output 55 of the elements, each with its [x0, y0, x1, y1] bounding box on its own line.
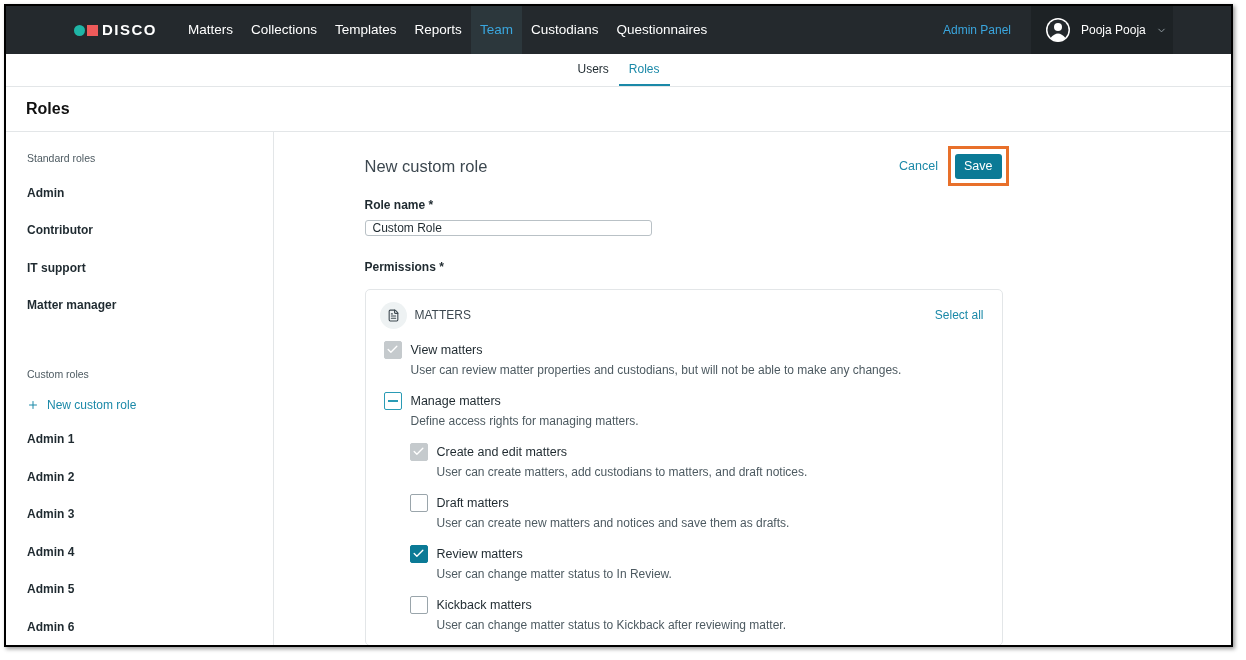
- logo-square-icon: [87, 24, 98, 36]
- nav-link[interactable]: Collections: [242, 6, 327, 54]
- sidebar-role-item[interactable]: Admin: [27, 173, 252, 212]
- sub-tab[interactable]: Users: [567, 54, 619, 86]
- permission-description: User can review matter properties and custodians, but will not be able to make any changes.: [410, 361, 902, 378]
- sidebar-role-item[interactable]: Admin 3: [27, 495, 252, 533]
- form-title: New custom role: [364, 156, 488, 177]
- sidebar-role-item[interactable]: Contributor: [27, 211, 252, 249]
- permission-description: User can change matter status to In Review.: [436, 565, 672, 582]
- nav-link[interactable]: Reports: [405, 6, 471, 54]
- checkbox[interactable]: [409, 595, 428, 614]
- nav-link[interactable]: Questionnaires: [607, 6, 717, 54]
- nav-link[interactable]: Matters: [179, 6, 243, 54]
- checkbox[interactable]: [383, 391, 402, 410]
- new-custom-role-link[interactable]: New custom role: [27, 389, 252, 421]
- sidebar-role-item[interactable]: Admin 2: [27, 458, 252, 496]
- user-avatar-icon: [1045, 17, 1071, 43]
- admin-panel-link[interactable]: Admin Panel: [942, 21, 1011, 39]
- permission-label: Create and edit matters: [436, 443, 569, 461]
- permission-label: Draft matters: [436, 494, 510, 512]
- sidebar-role-item[interactable]: Admin 4: [27, 533, 252, 571]
- nav-link[interactable]: Templates: [326, 6, 406, 54]
- nav-link[interactable]: Team: [470, 6, 522, 54]
- sidebar-role-item[interactable]: Admin 5: [27, 570, 252, 608]
- select-all-link[interactable]: Select all: [934, 306, 984, 325]
- save-button[interactable]: Save: [955, 154, 1002, 180]
- permission-description: User can create new matters and notices and save them as drafts.: [436, 514, 790, 531]
- nav-link[interactable]: Custodians: [521, 6, 608, 54]
- cancel-link[interactable]: Cancel: [899, 157, 938, 176]
- sidebar-role-item[interactable]: IT support: [27, 248, 252, 287]
- permission-description: Define access rights for managing matters.: [410, 412, 639, 429]
- logo[interactable]: DISCO: [74, 18, 157, 42]
- sidebar-role-item[interactable]: Admin 1: [27, 420, 252, 458]
- sidebar-role-item[interactable]: Matter manager: [27, 286, 252, 324]
- permission-label: Kickback matters: [436, 596, 533, 614]
- sidebar-role-item[interactable]: Admin 6: [27, 608, 252, 645]
- field-label: Role name *: [364, 196, 435, 214]
- page-title: Roles: [26, 99, 70, 119]
- sidebar-heading: Custom roles: [27, 366, 90, 382]
- permission-description: User can change matter status to Kickback after reviewing matter.: [436, 616, 786, 633]
- role-name-input[interactable]: Custom Role: [364, 219, 652, 236]
- sub-tab[interactable]: Roles: [618, 54, 670, 86]
- permission-label: View matters: [410, 341, 484, 359]
- permission-description: User can create matters, add custodians to matters, and draft notices.: [436, 463, 808, 480]
- permission-label: Review matters: [436, 545, 524, 563]
- document-icon: [379, 301, 407, 329]
- group-title: MATTERS: [414, 307, 471, 325]
- plus-icon: [27, 399, 39, 411]
- minus-icon: [387, 400, 398, 402]
- checkbox[interactable]: [409, 544, 428, 563]
- permission-label: Manage matters: [410, 392, 502, 410]
- sidebar-heading: Standard roles: [27, 151, 97, 166]
- field-label: Permissions *: [364, 258, 445, 276]
- checkbox[interactable]: [409, 493, 428, 512]
- user-menu[interactable]: Pooja Pooja: [1031, 6, 1173, 54]
